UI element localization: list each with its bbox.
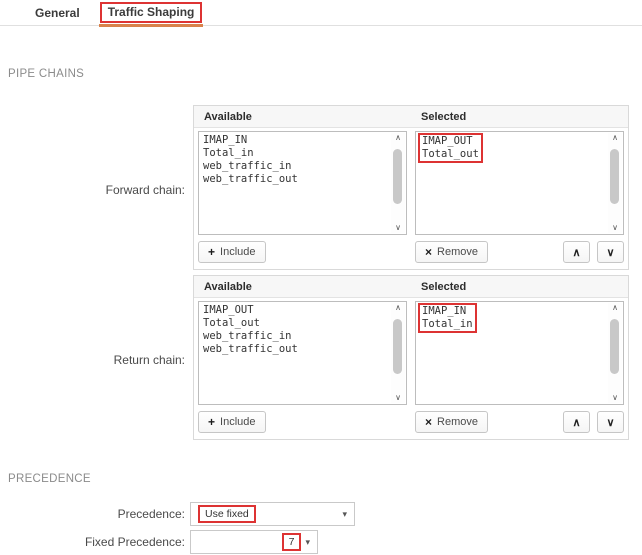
annotation-box: IMAP_IN Total_in xyxy=(418,303,477,333)
list-item[interactable]: web_traffic_out xyxy=(203,343,390,356)
list-item[interactable]: IMAP_IN xyxy=(203,134,390,147)
remove-button-label: Remove xyxy=(437,246,478,258)
precedence-section-title: PRECEDENCE xyxy=(8,473,642,485)
forward-available-listbox[interactable]: IMAP_IN Total_in web_traffic_in web_traf… xyxy=(198,131,407,235)
move-down-button[interactable]: ∨ xyxy=(597,241,624,263)
x-icon: × xyxy=(425,416,432,428)
remove-button-label: Remove xyxy=(437,416,478,428)
scrollbar-track[interactable] xyxy=(391,313,405,393)
scrollbar[interactable]: ∧ ∨ xyxy=(391,303,405,403)
move-down-button[interactable]: ∨ xyxy=(597,411,624,433)
precedence-field-row: Precedence: Use fixed ▾ xyxy=(0,502,642,526)
scrollbar-thumb[interactable] xyxy=(393,149,402,203)
dual-list-header: Available Selected xyxy=(194,106,628,128)
scrollbar-thumb[interactable] xyxy=(393,319,402,373)
scrollbar[interactable]: ∧ ∨ xyxy=(608,303,622,403)
chevron-down-icon[interactable]: ▾ xyxy=(342,510,347,519)
x-icon: × xyxy=(425,246,432,258)
fixed-precedence-label: Fixed Precedence: xyxy=(0,535,185,549)
list-item[interactable]: web_traffic_in xyxy=(203,330,390,343)
forward-chain-dual-list: Available Selected IMAP_IN Total_in web_… xyxy=(193,105,629,270)
scrollbar[interactable]: ∧ ∨ xyxy=(391,133,405,233)
selected-column-header: Selected xyxy=(415,281,624,293)
plus-icon: + xyxy=(208,246,215,258)
list-item[interactable]: Total_out xyxy=(422,148,479,161)
include-button-label: Include xyxy=(220,246,255,258)
plus-icon: + xyxy=(208,416,215,428)
dual-list-header: Available Selected xyxy=(194,276,628,298)
list-item[interactable]: Total_in xyxy=(422,318,473,331)
scroll-up-icon[interactable]: ∧ xyxy=(395,133,401,143)
pipe-chains-section: Forward chain: Available Selected IMAP_I… xyxy=(0,105,642,440)
fixed-precedence-input[interactable]: 7 ▾ xyxy=(190,530,318,554)
chevron-up-icon: ∧ xyxy=(572,416,580,429)
move-up-button[interactable]: ∧ xyxy=(563,411,590,433)
include-button[interactable]: + Include xyxy=(198,241,266,263)
selected-column-header: Selected xyxy=(415,111,624,123)
list-item[interactable]: web_traffic_out xyxy=(203,173,390,186)
annotation-box: 7 xyxy=(282,533,302,551)
forward-chain-row: Forward chain: Available Selected IMAP_I… xyxy=(0,105,642,270)
precedence-selected-value: Use fixed xyxy=(205,508,249,520)
scrollbar[interactable]: ∧ ∨ xyxy=(608,133,622,233)
return-chain-row: Return chain: Available Selected IMAP_OU… xyxy=(0,275,642,440)
list-item[interactable]: IMAP_IN xyxy=(422,305,473,318)
precedence-select[interactable]: Use fixed ▾ xyxy=(190,502,355,526)
scrollbar-track[interactable] xyxy=(608,313,622,393)
fixed-precedence-field-row: Fixed Precedence: 7 ▾ xyxy=(0,530,642,554)
return-chain-label: Return chain: xyxy=(0,275,185,440)
annotation-box: Use fixed xyxy=(198,505,256,523)
scrollbar-thumb[interactable] xyxy=(610,149,619,203)
tab-bar: General Traffic Shaping xyxy=(0,0,642,26)
chevron-down-icon[interactable]: ▾ xyxy=(305,538,310,547)
annotation-box: IMAP_OUT Total_out xyxy=(418,133,483,163)
list-item[interactable]: Total_out xyxy=(203,317,390,330)
forward-chain-label: Forward chain: xyxy=(0,105,185,270)
list-item[interactable]: Total_in xyxy=(203,147,390,160)
precedence-section: Precedence: Use fixed ▾ Fixed Precedence… xyxy=(0,502,642,554)
scroll-up-icon[interactable]: ∧ xyxy=(395,303,401,313)
scrollbar-thumb[interactable] xyxy=(610,319,619,373)
pipe-chains-section-title: PIPE CHAINS xyxy=(8,68,642,80)
scroll-up-icon[interactable]: ∧ xyxy=(612,133,618,143)
return-available-listbox[interactable]: IMAP_OUT Total_out web_traffic_in web_tr… xyxy=(198,301,407,405)
chevron-up-icon: ∧ xyxy=(572,246,580,259)
annotation-box-traffic-shaping: Traffic Shaping xyxy=(100,2,203,23)
scroll-down-icon[interactable]: ∨ xyxy=(612,393,618,403)
chevron-down-icon: ∨ xyxy=(606,416,614,429)
available-column-header: Available xyxy=(198,281,407,293)
scroll-down-icon[interactable]: ∨ xyxy=(395,223,401,233)
scroll-down-icon[interactable]: ∨ xyxy=(612,223,618,233)
return-chain-dual-list: Available Selected IMAP_OUT Total_out we… xyxy=(193,275,629,440)
list-item[interactable]: IMAP_OUT xyxy=(203,304,390,317)
precedence-label: Precedence: xyxy=(0,507,185,521)
move-up-button[interactable]: ∧ xyxy=(563,241,590,263)
scroll-up-icon[interactable]: ∧ xyxy=(612,303,618,313)
remove-button[interactable]: × Remove xyxy=(415,411,488,433)
tab-traffic-shaping[interactable]: Traffic Shaping xyxy=(108,5,195,19)
return-selected-listbox[interactable]: IMAP_IN Total_in ∧ ∨ xyxy=(415,301,624,405)
remove-button[interactable]: × Remove xyxy=(415,241,488,263)
scroll-down-icon[interactable]: ∨ xyxy=(395,393,401,403)
include-button[interactable]: + Include xyxy=(198,411,266,433)
list-item[interactable]: IMAP_OUT xyxy=(422,135,479,148)
fixed-precedence-value: 7 xyxy=(289,536,295,548)
available-column-header: Available xyxy=(198,111,407,123)
forward-selected-listbox[interactable]: IMAP_OUT Total_out ∧ ∨ xyxy=(415,131,624,235)
include-button-label: Include xyxy=(220,416,255,428)
tab-general[interactable]: General xyxy=(35,6,80,20)
scrollbar-track[interactable] xyxy=(608,143,622,223)
chevron-down-icon: ∨ xyxy=(606,246,614,259)
list-item[interactable]: web_traffic_in xyxy=(203,160,390,173)
scrollbar-track[interactable] xyxy=(391,143,405,223)
